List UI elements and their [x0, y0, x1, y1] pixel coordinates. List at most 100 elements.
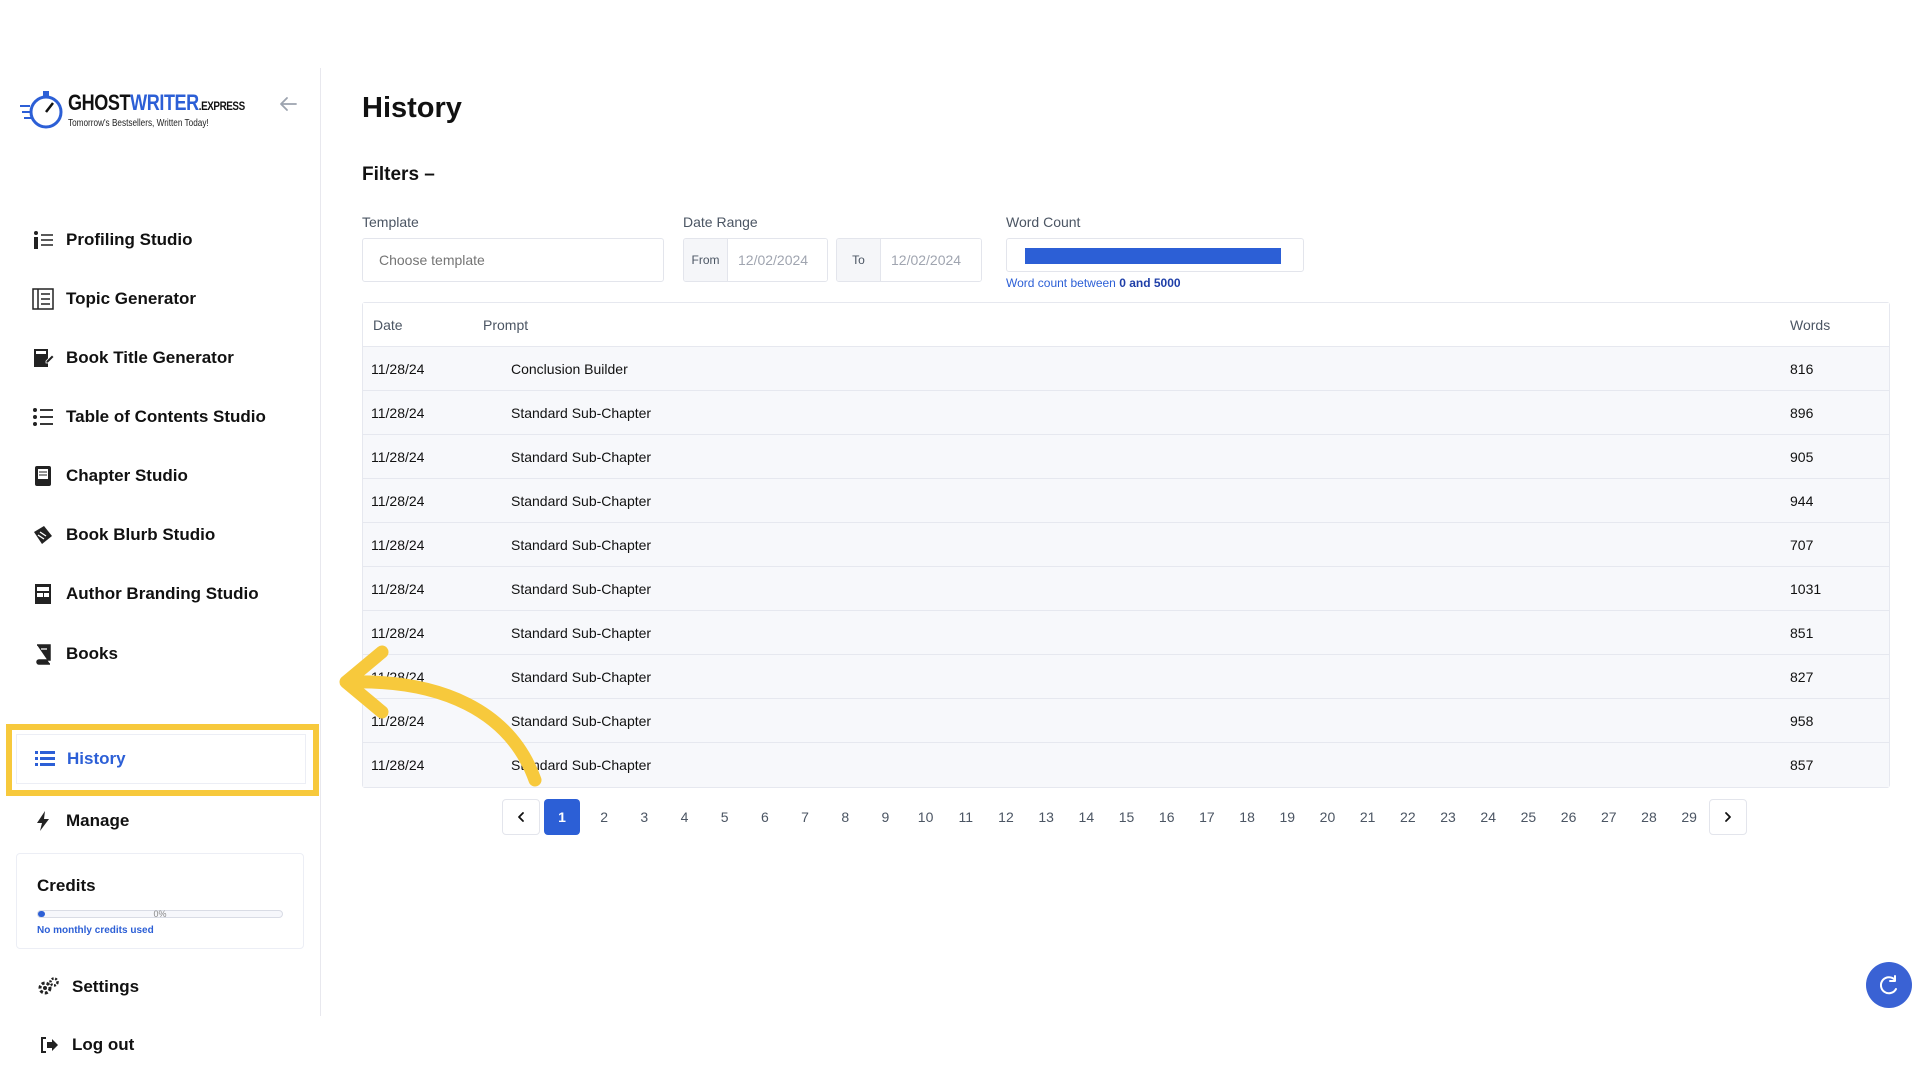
- collapse-sidebar-button[interactable]: [276, 92, 300, 116]
- cell-date: 11/28/24: [371, 713, 425, 729]
- table-row[interactable]: 11/28/24 Standard Sub-Chapter 857: [363, 743, 1889, 787]
- cell-prompt: Standard Sub-Chapter: [511, 581, 652, 597]
- page-number[interactable]: 22: [1388, 799, 1428, 835]
- cell-prompt: Standard Sub-Chapter: [511, 713, 652, 729]
- sidebar-item-label: Book Blurb Studio: [66, 525, 216, 544]
- page-number[interactable]: 5: [705, 799, 745, 835]
- branding-icon: [30, 581, 56, 607]
- sidebar-item-label: History: [67, 749, 126, 768]
- template-label: Template: [362, 214, 419, 230]
- sidebar-item-logout[interactable]: Log out: [36, 1029, 134, 1061]
- next-page-button[interactable]: [1709, 799, 1748, 835]
- table-row[interactable]: 11/28/24 Standard Sub-Chapter 707: [363, 523, 1889, 567]
- sidebar-item-label: Author Branding Studio: [66, 584, 259, 603]
- column-header-date[interactable]: Date: [373, 317, 403, 333]
- sidebar-item-table-of-contents-studio[interactable]: Table of Contents Studio: [30, 401, 266, 433]
- page-number[interactable]: 13: [1026, 799, 1066, 835]
- page-number[interactable]: 14: [1066, 799, 1106, 835]
- page-number[interactable]: 24: [1468, 799, 1508, 835]
- table-row[interactable]: 11/28/24 Standard Sub-Chapter 827: [363, 655, 1889, 699]
- date-to-prefix: To: [837, 239, 881, 281]
- sidebar-item-book-blurb-studio[interactable]: Book Blurb Studio: [30, 519, 215, 551]
- credits-percent: 0%: [153, 909, 167, 919]
- word-count-slider[interactable]: [1006, 238, 1304, 272]
- blurb-icon: [30, 522, 56, 548]
- sidebar-item-book-title-generator[interactable]: Book Title Generator: [30, 342, 234, 374]
- table-row[interactable]: 11/28/24 Standard Sub-Chapter 896: [363, 391, 1889, 435]
- template-select[interactable]: [362, 238, 664, 282]
- sidebar-item-label: Chapter Studio: [66, 466, 188, 485]
- sidebar-item-manage[interactable]: Manage: [30, 805, 129, 837]
- chapter-icon: [30, 463, 56, 489]
- page-number[interactable]: 19: [1267, 799, 1307, 835]
- page-number[interactable]: 17: [1187, 799, 1227, 835]
- cell-date: 11/28/24: [371, 537, 425, 553]
- sidebar-item-books[interactable]: Books: [30, 638, 118, 670]
- page-number[interactable]: 9: [865, 799, 905, 835]
- page-number[interactable]: 20: [1307, 799, 1347, 835]
- filters-toggle[interactable]: Filters –: [362, 164, 435, 186]
- table-row[interactable]: 11/28/24 Standard Sub-Chapter 851: [363, 611, 1889, 655]
- cell-prompt: Standard Sub-Chapter: [511, 449, 652, 465]
- pagination: 1 2 3 4 5 6 7 8 9 10 11 12 13 14 15 16 17 18 19 20 21 22 23 24 2…: [502, 798, 1748, 836]
- page-number[interactable]: 23: [1428, 799, 1468, 835]
- help-chat-button[interactable]: [1866, 962, 1912, 1008]
- prev-page-button[interactable]: [502, 799, 540, 835]
- list-icon: [35, 751, 55, 766]
- table-row[interactable]: 11/28/24 Standard Sub-Chapter 1031: [363, 567, 1889, 611]
- logo-wordmark: GHOSTWRITER.EXPRESS: [68, 90, 245, 115]
- cell-date: 11/28/24: [371, 625, 425, 641]
- table-row[interactable]: 11/28/24 Conclusion Builder 816: [363, 347, 1889, 391]
- cell-prompt: Standard Sub-Chapter: [511, 405, 652, 421]
- table-header: Date Prompt Words: [363, 303, 1889, 347]
- sidebar-item-label: Topic Generator: [66, 289, 197, 308]
- page-number[interactable]: 26: [1549, 799, 1589, 835]
- page-number[interactable]: 4: [664, 799, 704, 835]
- chevron-right-icon: [1725, 812, 1732, 822]
- page-number[interactable]: 18: [1227, 799, 1267, 835]
- cell-words: 1031: [1790, 581, 1822, 597]
- page-number[interactable]: 27: [1589, 799, 1629, 835]
- page-number[interactable]: 12: [986, 799, 1026, 835]
- page-number[interactable]: 28: [1629, 799, 1669, 835]
- date-from-input[interactable]: [728, 239, 827, 281]
- page-number[interactable]: 16: [1147, 799, 1187, 835]
- page-number[interactable]: 15: [1106, 799, 1146, 835]
- table-row[interactable]: 11/28/24 Standard Sub-Chapter 958: [363, 699, 1889, 743]
- table-row[interactable]: 11/28/24 Standard Sub-Chapter 944: [363, 479, 1889, 523]
- page-number[interactable]: 6: [745, 799, 785, 835]
- gears-icon: [36, 974, 62, 1000]
- cell-words: 896: [1790, 405, 1814, 421]
- sidebar-item-chapter-studio[interactable]: Chapter Studio: [30, 460, 188, 492]
- date-to-input[interactable]: [881, 239, 981, 281]
- sidebar-item-settings[interactable]: Settings: [36, 971, 139, 1003]
- credits-progress-bar: 0%: [37, 909, 283, 919]
- page-number[interactable]: 1: [544, 799, 580, 835]
- column-header-prompt[interactable]: Prompt: [483, 317, 528, 333]
- cell-words: 905: [1790, 449, 1814, 465]
- page-number[interactable]: 11: [946, 799, 986, 835]
- page-number[interactable]: 3: [624, 799, 664, 835]
- column-header-words[interactable]: Words: [1790, 317, 1830, 333]
- logo[interactable]: GHOSTWRITER.EXPRESS Tomorrow's Bestselle…: [20, 86, 245, 134]
- sidebar-item-profiling-studio[interactable]: Profiling Studio: [30, 224, 193, 256]
- word-count-range-track[interactable]: [1025, 248, 1281, 264]
- page-number[interactable]: 21: [1348, 799, 1388, 835]
- sidebar-item-topic-generator[interactable]: Topic Generator: [30, 283, 196, 315]
- page-number[interactable]: 25: [1508, 799, 1548, 835]
- page-number[interactable]: 10: [906, 799, 946, 835]
- cell-prompt: Standard Sub-Chapter: [511, 493, 652, 509]
- history-table: Date Prompt Words 11/28/24 Conclusion Bui…: [362, 302, 1890, 788]
- cell-date: 11/28/24: [371, 361, 425, 377]
- arrow-left-icon: [280, 97, 297, 111]
- cell-date: 11/28/24: [371, 493, 425, 509]
- page-number[interactable]: 2: [584, 799, 624, 835]
- sidebar-item-history[interactable]: History: [16, 734, 306, 784]
- table-row[interactable]: 11/28/24 Standard Sub-Chapter 905: [363, 435, 1889, 479]
- cell-prompt: Standard Sub-Chapter: [511, 537, 652, 553]
- stopwatch-logo-icon: [20, 91, 63, 129]
- page-number[interactable]: 8: [825, 799, 865, 835]
- page-number[interactable]: 7: [785, 799, 825, 835]
- page-number[interactable]: 29: [1669, 799, 1709, 835]
- sidebar-item-author-branding-studio[interactable]: Author Branding Studio: [30, 578, 259, 610]
